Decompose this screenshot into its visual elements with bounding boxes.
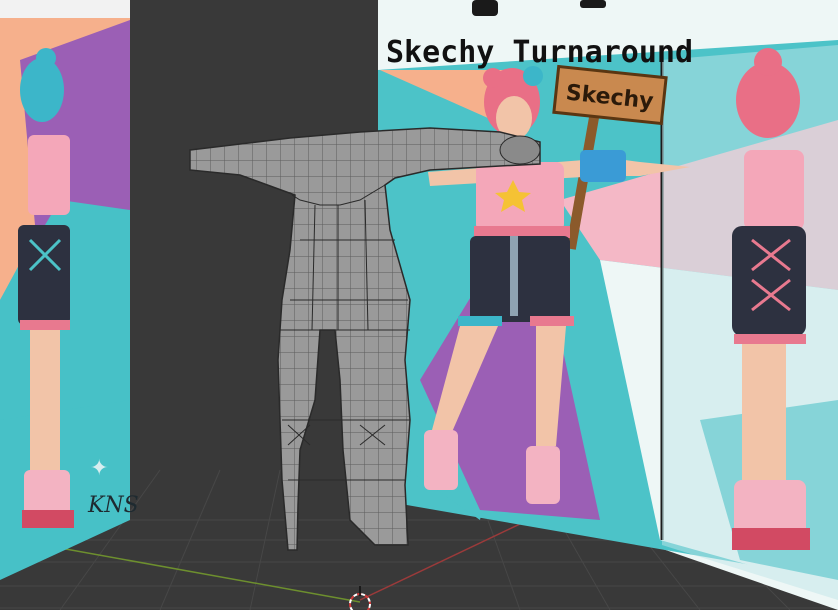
3d-viewport[interactable]: KNS ✦ Skechy Turnaround Skechy	[0, 0, 838, 610]
artist-signature: KNS	[87, 493, 139, 518]
viewport-scene: KNS ✦ Skechy Turnaround Skechy	[0, 0, 838, 610]
sparkle-icon: ✦	[90, 456, 108, 481]
left-reference-plane[interactable]: KNS ✦	[0, 18, 139, 580]
turnaround-title: Skechy Turnaround	[386, 35, 693, 70]
